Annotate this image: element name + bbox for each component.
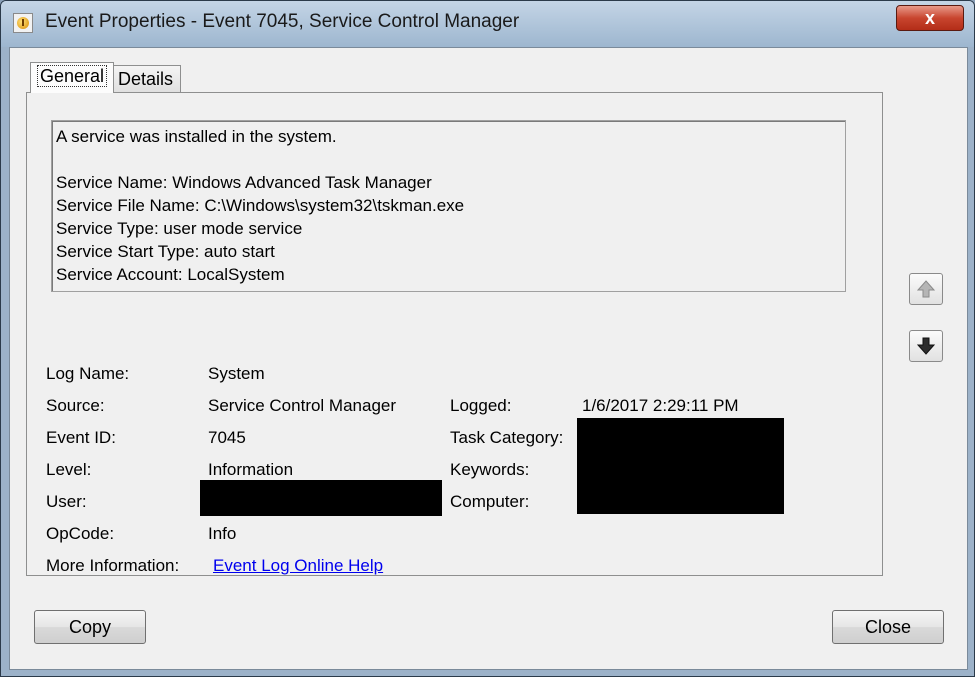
source-value[interactable]: Service Control Manager bbox=[208, 395, 396, 417]
close-button[interactable]: Close bbox=[832, 610, 944, 644]
description-line: Service File Name: C:\Windows\system32\t… bbox=[56, 196, 465, 215]
description-line: A service was installed in the system. bbox=[56, 127, 337, 146]
level-label: Level: bbox=[46, 460, 92, 479]
tab-general[interactable]: General bbox=[30, 62, 115, 93]
description-line: Service Name: Windows Advanced Task Mana… bbox=[56, 173, 432, 192]
title-bar[interactable]: Event Properties - Event 7045, Service C… bbox=[1, 1, 974, 47]
event-id-label: Event ID: bbox=[46, 428, 116, 447]
log-name-label: Log Name: bbox=[46, 364, 130, 383]
event-log-online-help-link[interactable]: Event Log Online Help bbox=[213, 555, 383, 577]
event-viewer-icon bbox=[13, 13, 33, 33]
logged-value[interactable]: 1/6/2017 2:29:11 PM bbox=[582, 395, 739, 417]
logged-label: Logged: bbox=[450, 396, 512, 415]
event-properties-window: Event Properties - Event 7045, Service C… bbox=[0, 0, 975, 677]
arrow-up-icon bbox=[916, 280, 936, 298]
user-value-redacted bbox=[200, 480, 442, 516]
tab-details[interactable]: Details bbox=[110, 65, 182, 93]
task-keywords-computer-redacted bbox=[577, 418, 784, 514]
next-event-button[interactable] bbox=[909, 330, 943, 362]
log-name-value[interactable]: System bbox=[208, 363, 265, 385]
description-line: Service Account: LocalSystem bbox=[56, 265, 285, 284]
dialog-client-area: General Details A service was installed … bbox=[9, 47, 968, 670]
computer-label: Computer: bbox=[450, 492, 530, 511]
previous-event-button[interactable] bbox=[909, 273, 943, 305]
keywords-label: Keywords: bbox=[450, 460, 530, 479]
source-label: Source: bbox=[46, 396, 105, 415]
event-id-value[interactable]: 7045 bbox=[208, 427, 246, 449]
copy-button[interactable]: Copy bbox=[34, 610, 146, 644]
general-tab-panel: A service was installed in the system. S… bbox=[26, 92, 883, 576]
event-description-box[interactable]: A service was installed in the system. S… bbox=[51, 120, 846, 292]
opcode-label: OpCode: bbox=[46, 524, 115, 543]
more-information-label: More Information: bbox=[46, 556, 180, 575]
user-label: User: bbox=[46, 492, 87, 511]
opcode-value[interactable]: Info bbox=[208, 523, 236, 545]
arrow-down-icon bbox=[916, 337, 936, 355]
task-category-label: Task Category: bbox=[450, 428, 564, 447]
window-close-button[interactable]: x bbox=[896, 5, 964, 31]
description-line: Service Type: user mode service bbox=[56, 219, 303, 238]
level-value[interactable]: Information bbox=[208, 459, 293, 481]
window-title: Event Properties - Event 7045, Service C… bbox=[45, 11, 520, 32]
tab-general-label: General bbox=[36, 65, 108, 87]
tab-details-label: Details bbox=[118, 69, 174, 89]
description-line: Service Start Type: auto start bbox=[56, 242, 275, 261]
